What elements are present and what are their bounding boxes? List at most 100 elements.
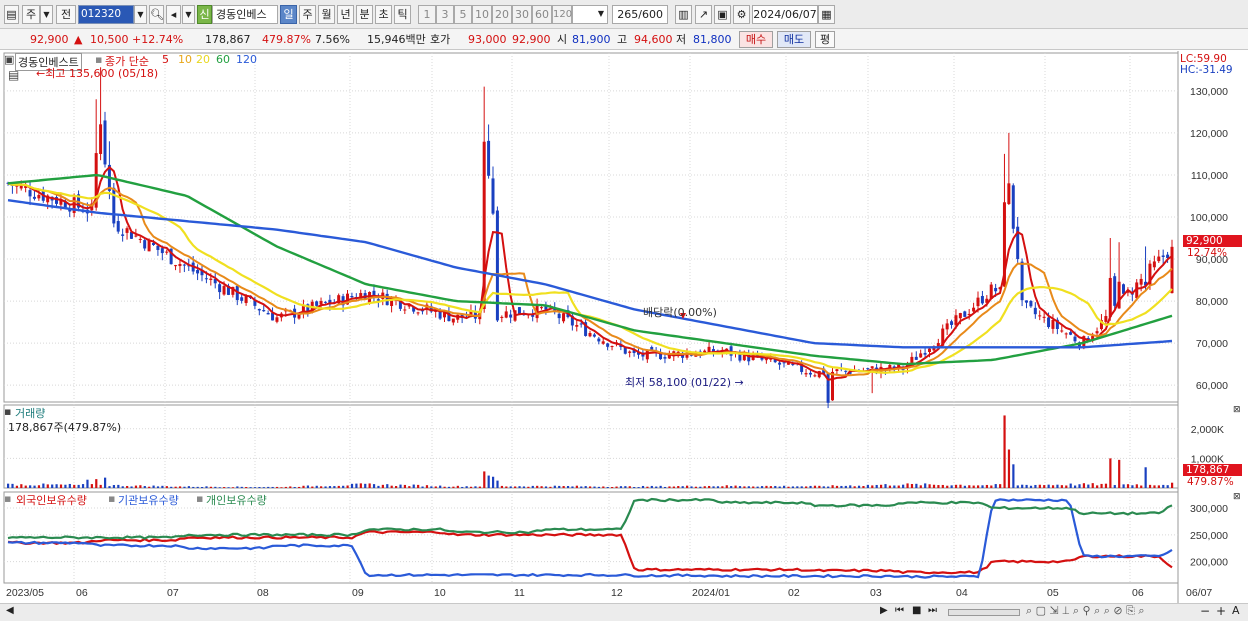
volume-panel-close-icon[interactable]: ⊠: [1233, 405, 1241, 415]
volume-bar: [474, 486, 477, 488]
window-icon[interactable]: ▤: [4, 5, 19, 24]
toolbar-tools-icon[interactable]: ⌕ ▢ ⇲ ⟂ ⌕ ⚲ ⌕ ⌕ ⊘ ⎘ ⌕: [1026, 604, 1145, 618]
stop-icon[interactable]: ■: [912, 605, 921, 616]
volume-bar: [447, 486, 451, 488]
stock-code-input[interactable]: 012320: [78, 5, 134, 24]
search-icon[interactable]: 🔍︎: [149, 5, 164, 24]
scroll-left-icon[interactable]: ◀: [6, 605, 14, 616]
tab-tick-label: 틱: [397, 8, 408, 21]
volume-bar: [377, 485, 380, 488]
calendar-icon[interactable]: ▦: [818, 5, 835, 24]
candle-body: [297, 314, 301, 319]
all-market-button[interactable]: 전: [56, 5, 76, 24]
tab-minute[interactable]: 분: [356, 5, 373, 24]
tab-second[interactable]: 초: [375, 5, 392, 24]
volume-bar: [412, 484, 415, 488]
candle-body: [610, 346, 614, 348]
save-icon[interactable]: ▣: [714, 5, 731, 24]
candle-body: [323, 301, 327, 303]
buy-button[interactable]: 매수: [739, 31, 773, 48]
interval-60[interactable]: 60: [532, 5, 552, 24]
candle-body: [156, 245, 160, 250]
volume-bar: [994, 484, 997, 488]
holdings-tick-label: 250,000: [1190, 530, 1228, 542]
date-input[interactable]: 2024/06/07: [752, 5, 818, 24]
candle-body: [1064, 333, 1068, 335]
chart-area[interactable]: 130,000 120,000 110,000 100,000 90,000 80,000…: [0, 51, 1248, 603]
market-select[interactable]: 주: [22, 5, 40, 24]
zoom-slider[interactable]: [948, 609, 1020, 616]
count-value: 265: [617, 8, 639, 21]
code-dropdown-icon[interactable]: ▼: [134, 5, 147, 24]
holdings-panel-close-icon[interactable]: ⊠: [1233, 492, 1241, 502]
line-tool-icon[interactable]: ↗: [695, 5, 712, 24]
volume-bar: [888, 485, 892, 488]
tab-tick[interactable]: 틱: [394, 5, 411, 24]
tab-monthly[interactable]: 월: [318, 5, 335, 24]
chart-canvas[interactable]: 130,000120,000110,000100,00090,00080,000…: [0, 51, 1248, 603]
price-panel-menu-icon[interactable]: ▣: [4, 53, 14, 66]
interval-dropdown-icon[interactable]: ▼: [594, 5, 608, 24]
gear-icon[interactable]: ⚙: [733, 5, 750, 24]
volume-bar: [796, 486, 799, 488]
interval-120[interactable]: 120: [552, 5, 572, 24]
speaker-dropdown-icon[interactable]: ▼: [182, 5, 195, 24]
volume-bar: [90, 484, 93, 488]
scroll-right-icon[interactable]: ▶: [880, 605, 888, 616]
interval-1[interactable]: 1: [418, 5, 436, 24]
indicator-list-icon[interactable]: ▤: [8, 68, 19, 82]
volume-bar: [624, 486, 627, 488]
last-page-icon[interactable]: ⏭: [928, 605, 937, 616]
holdings-bullet-3: ▪: [196, 492, 204, 505]
volume-bar: [514, 486, 517, 488]
volume-bar: [743, 486, 746, 488]
volume-bar: [566, 485, 570, 488]
volume-bar: [1131, 485, 1134, 488]
volume-bar: [492, 476, 495, 488]
volume-bar: [1060, 485, 1063, 488]
candle-type-icon[interactable]: ▥: [675, 5, 692, 24]
ma5-label: 5: [162, 53, 169, 66]
zoom-out-icon[interactable]: −: [1200, 604, 1210, 618]
tab-yearly[interactable]: 년: [337, 5, 354, 24]
candle-body: [1108, 277, 1112, 318]
interval-3[interactable]: 3: [436, 5, 454, 24]
candle-body: [1047, 317, 1051, 328]
candle-body: [628, 351, 632, 353]
chevron-down-icon[interactable]: ▼: [40, 5, 53, 24]
volume-bar: [201, 487, 204, 488]
tab-daily[interactable]: 일: [280, 5, 297, 24]
volume-bar: [461, 486, 464, 488]
candle-body: [963, 311, 967, 317]
interval-5[interactable]: 5: [454, 5, 472, 24]
interval-20[interactable]: 20: [492, 5, 512, 24]
volume-bar: [386, 484, 389, 488]
volume-value-tag: 178,867: [1183, 464, 1242, 476]
tab-weekly[interactable]: 주: [299, 5, 316, 24]
eval-button[interactable]: 평: [815, 31, 835, 48]
candle-body: [540, 307, 543, 309]
interval-10[interactable]: 10: [472, 5, 492, 24]
candle-body: [980, 295, 984, 304]
interval-30[interactable]: 30: [512, 5, 532, 24]
volume-bar: [320, 486, 323, 488]
candle-body: [645, 349, 649, 360]
volume-bar: [800, 486, 803, 488]
scroll-bar[interactable]: ◀ ▶ ⏮ ■ ⏭ ⌕ ▢ ⇲ ⟂ ⌕ ⚲ ⌕ ⌕ ⊘ ⎘ ⌕ − + A: [0, 603, 1248, 621]
volume-bar: [117, 484, 120, 488]
volume-bar: [1162, 484, 1165, 488]
volume-bar: [64, 484, 67, 488]
speaker-icon[interactable]: ◂: [166, 5, 181, 24]
candle-body: [209, 278, 213, 280]
first-page-icon[interactable]: ⏮: [895, 605, 904, 616]
candle-body: [813, 375, 817, 377]
auto-scale-icon[interactable]: A: [1232, 604, 1240, 617]
zoom-in-icon[interactable]: +: [1216, 604, 1226, 618]
sell-button[interactable]: 매도: [777, 31, 811, 48]
candle-body: [976, 297, 980, 307]
candle-body: [1029, 300, 1033, 307]
count-input[interactable]: 265/600: [612, 5, 668, 24]
volume-bar: [302, 485, 305, 488]
volume-bar: [853, 486, 856, 488]
volume-panel-menu-icon[interactable]: ▪: [4, 405, 11, 418]
